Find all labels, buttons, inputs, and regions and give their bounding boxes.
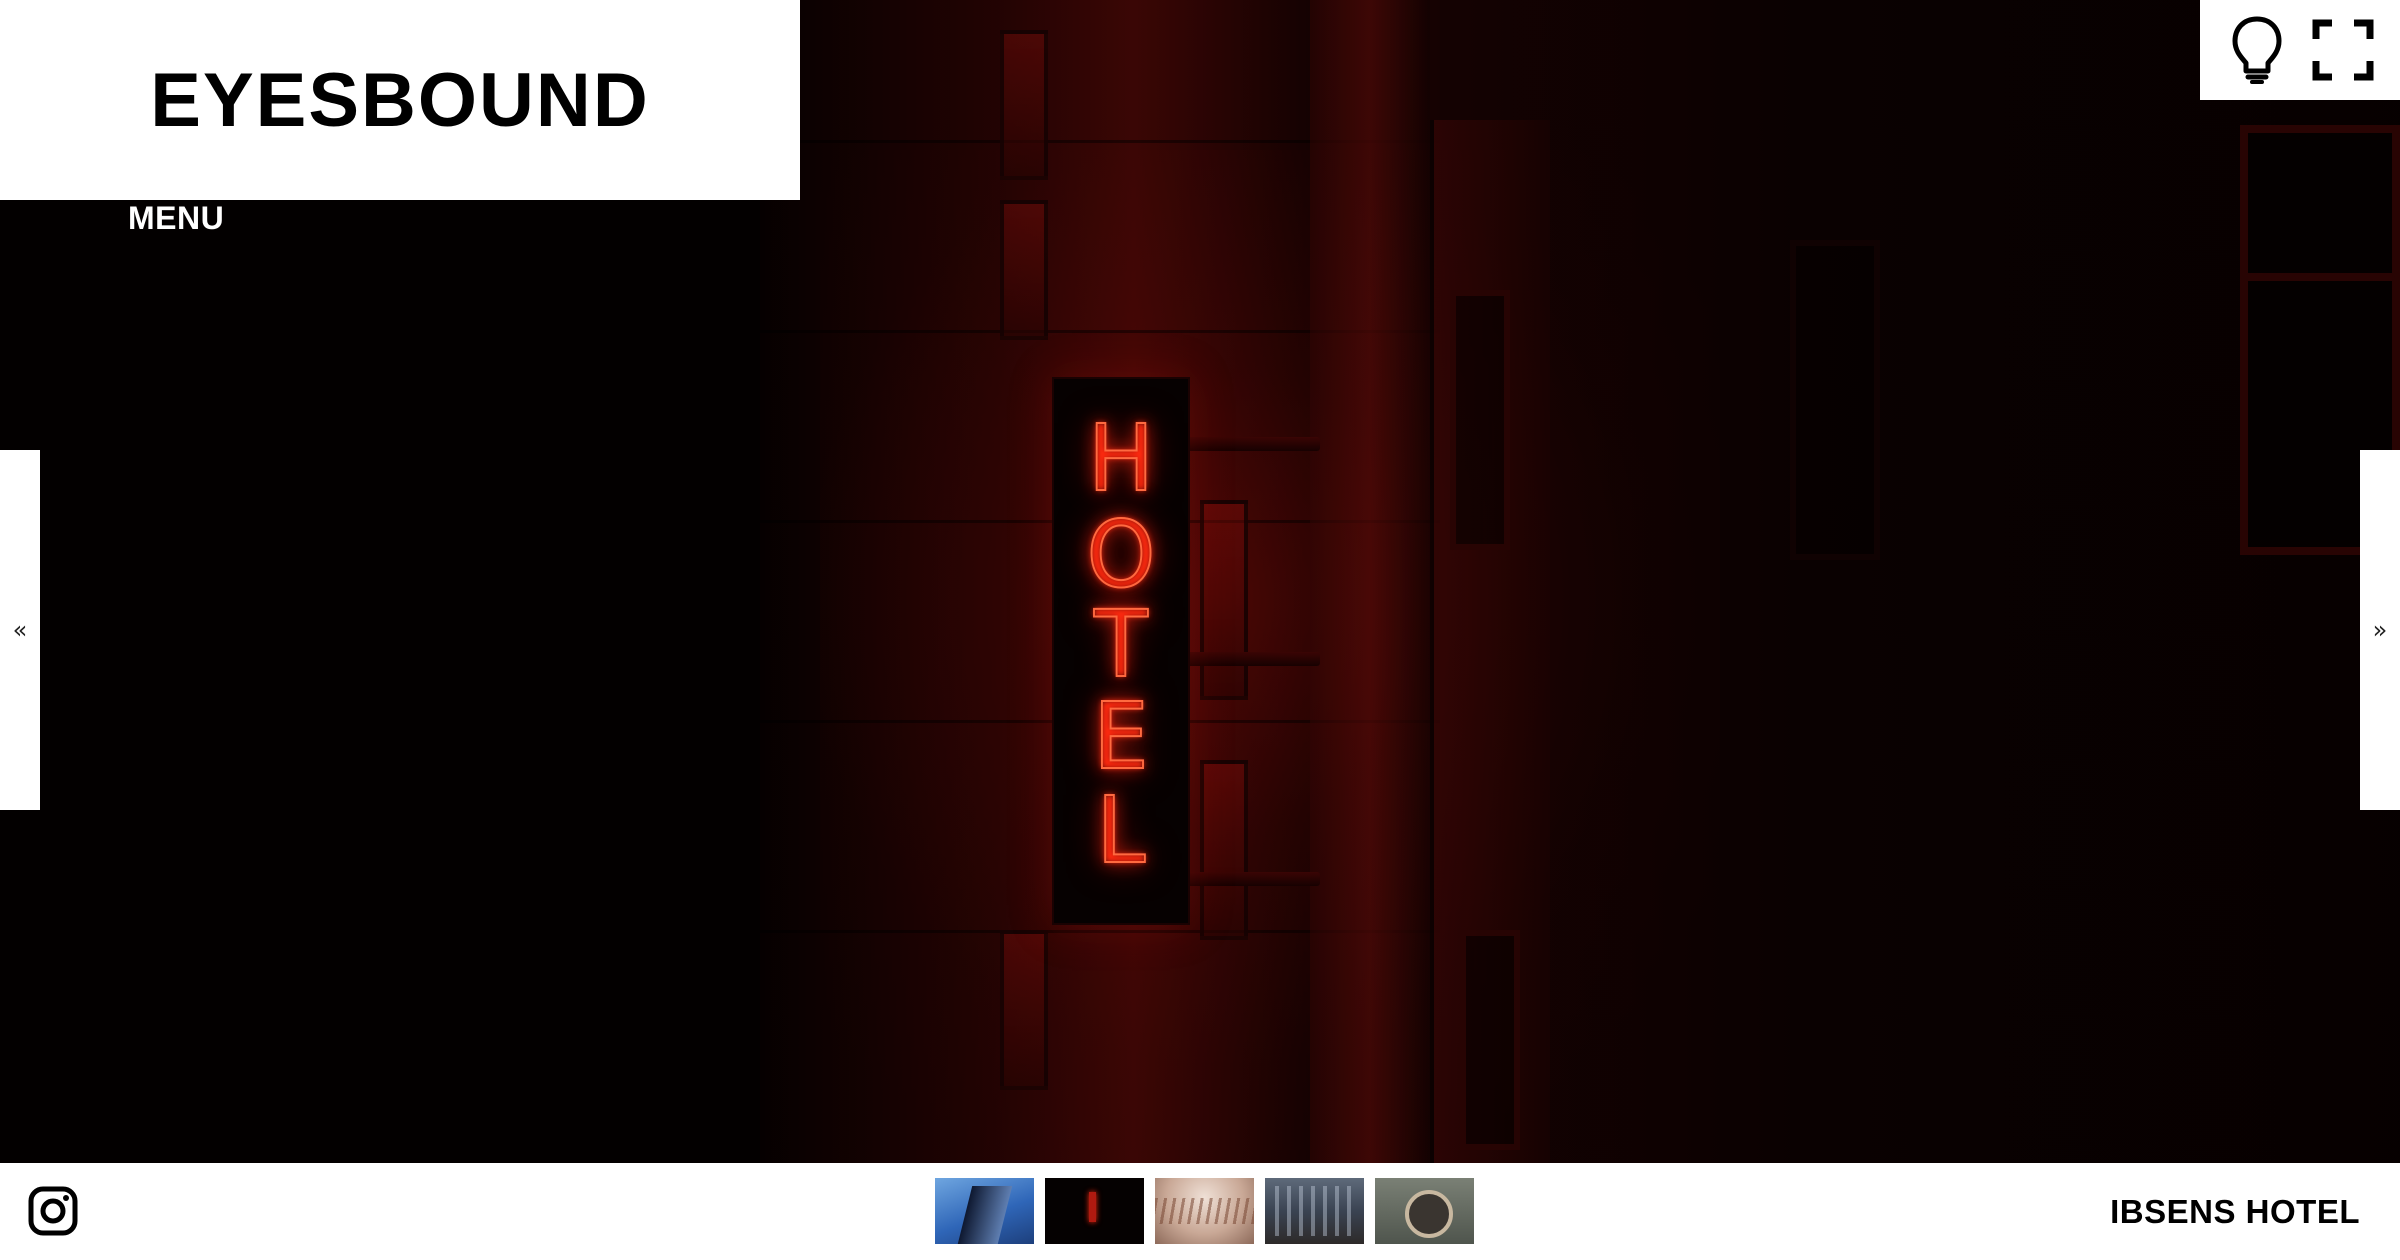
top-controls (2200, 0, 2400, 100)
slide-caption: IBSENS HOTEL (2110, 1193, 2360, 1230)
lightbulb-icon[interactable] (2222, 15, 2292, 85)
menu-button[interactable]: MENU (128, 200, 224, 237)
thumbnail-3[interactable] (1155, 1178, 1254, 1244)
fullscreen-icon[interactable] (2308, 15, 2378, 85)
sign-letter: L (1096, 777, 1147, 884)
next-slide-button[interactable]: » (2360, 450, 2400, 810)
thumbnail-5[interactable] (1375, 1178, 1474, 1244)
hotel-neon-sign: H O T E L (1052, 377, 1190, 925)
sign-letter: T (1093, 591, 1148, 698)
bottom-bar: IBSENS HOTEL (0, 1163, 2400, 1260)
instagram-icon[interactable] (28, 1186, 78, 1236)
sign-letter: E (1092, 683, 1149, 790)
sign-letter: O (1086, 501, 1157, 608)
sign-letter: H (1087, 405, 1155, 512)
previous-slide-button[interactable]: « (0, 450, 40, 810)
thumbnail-2[interactable] (1045, 1178, 1144, 1244)
thumbnail-4[interactable] (1265, 1178, 1364, 1244)
thumbnail-strip (935, 1178, 1474, 1244)
thumbnail-1[interactable] (935, 1178, 1034, 1244)
site-logo-title[interactable]: EYESBOUND (150, 57, 649, 144)
brand-header[interactable]: EYESBOUND (0, 0, 800, 200)
